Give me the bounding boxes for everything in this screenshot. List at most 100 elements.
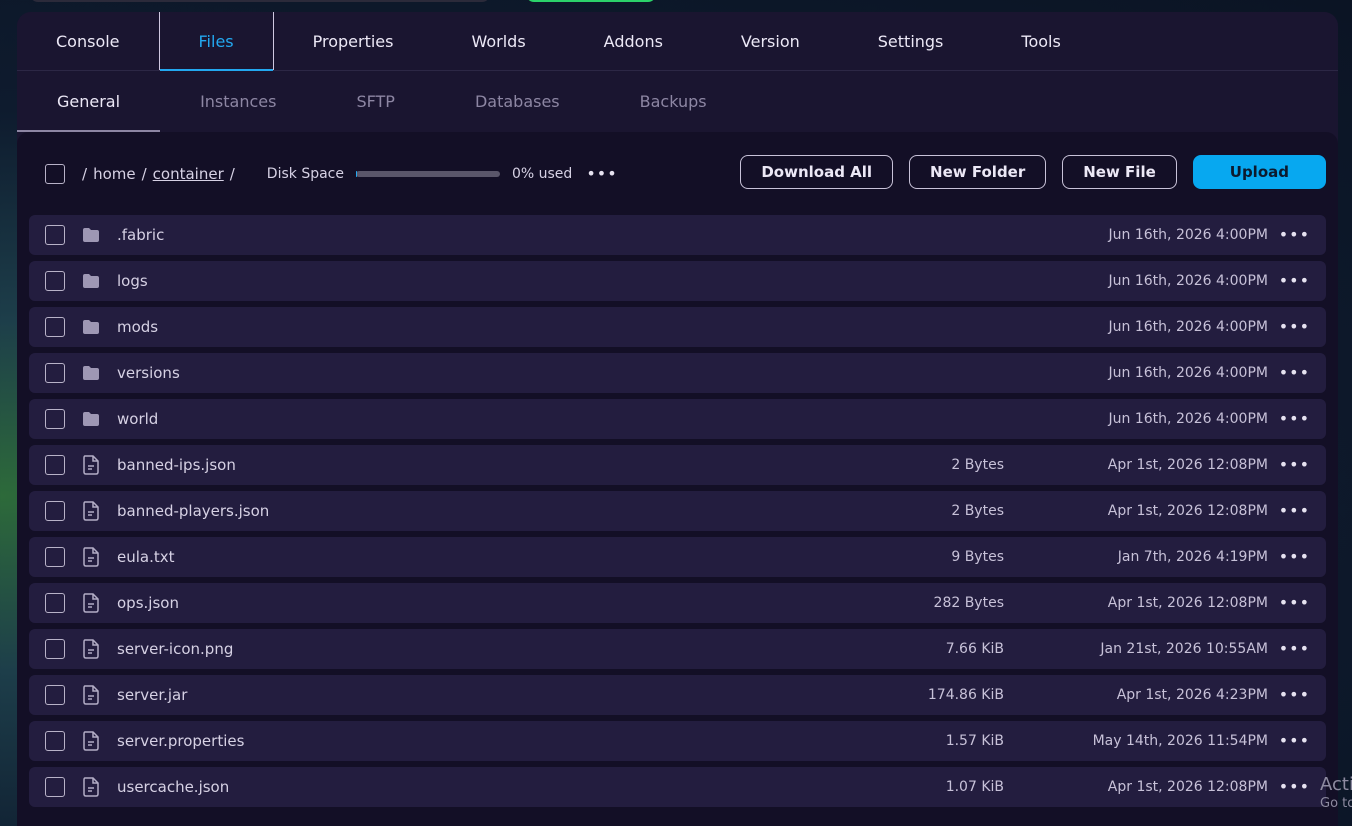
new-file-button[interactable]: New File	[1062, 155, 1177, 189]
file-size: 1.57 KiB	[945, 733, 1004, 749]
watermark-line-2: Go to	[1320, 795, 1352, 811]
file-row[interactable]: ops.json 282 Bytes Apr 1st, 2026 12:08PM ••…	[29, 583, 1326, 623]
tab-version[interactable]: Version	[702, 12, 839, 70]
file-name[interactable]: server.properties	[117, 732, 244, 750]
tab-files[interactable]: Files	[158, 12, 274, 71]
watermark-line-1: Acti	[1320, 774, 1352, 795]
row-checkbox[interactable]	[45, 685, 65, 705]
row-more-button[interactable]: •••	[1279, 549, 1310, 565]
files-content: / home / container / Disk Space 0% used …	[17, 132, 1338, 826]
file-name[interactable]: logs	[117, 272, 148, 290]
disk-more-button[interactable]: •••	[586, 165, 617, 182]
row-more-button[interactable]: •••	[1279, 273, 1310, 289]
new-folder-button[interactable]: New Folder	[909, 155, 1047, 189]
tab-tools[interactable]: Tools	[982, 12, 1099, 70]
tab-addons[interactable]: Addons	[565, 12, 702, 70]
row-more-button[interactable]: •••	[1279, 779, 1310, 795]
row-checkbox[interactable]	[45, 777, 65, 797]
file-manager-panel: Console Files Properties Worlds Addons V…	[17, 12, 1338, 826]
file-name[interactable]: mods	[117, 318, 158, 336]
file-date: Jan 7th, 2026 4:19PM	[1117, 549, 1268, 565]
file-name[interactable]: banned-ips.json	[117, 456, 236, 474]
file-icon	[81, 731, 101, 751]
file-date: Jan 21st, 2026 10:55AM	[1100, 641, 1268, 657]
files-toolbar: / home / container / Disk Space 0% used …	[17, 132, 1338, 215]
file-name[interactable]: server-icon.png	[117, 640, 233, 658]
file-size: 1.07 KiB	[945, 779, 1004, 795]
subtab-backups[interactable]: Backups	[600, 71, 747, 132]
file-row[interactable]: world Jun 16th, 2026 4:00PM •••	[29, 399, 1326, 439]
file-date: Apr 1st, 2026 12:08PM	[1107, 779, 1268, 795]
file-name[interactable]: server.jar	[117, 686, 187, 704]
row-more-button[interactable]: •••	[1279, 365, 1310, 381]
file-size: 2 Bytes	[951, 503, 1004, 519]
breadcrumb: / home / container /	[82, 165, 235, 183]
file-row[interactable]: banned-players.json 2 Bytes Apr 1st, 2026 …	[29, 491, 1326, 531]
file-icon	[81, 455, 101, 475]
row-more-button[interactable]: •••	[1279, 227, 1310, 243]
tab-console[interactable]: Console	[17, 12, 159, 70]
row-checkbox[interactable]	[45, 547, 65, 567]
file-row[interactable]: server-icon.png 7.66 KiB Jan 21st, 2026 10…	[29, 629, 1326, 669]
row-more-button[interactable]: •••	[1279, 733, 1310, 749]
subtab-databases[interactable]: Databases	[435, 71, 600, 132]
row-checkbox[interactable]	[45, 409, 65, 429]
select-all-checkbox[interactable]	[45, 163, 65, 184]
row-checkbox[interactable]	[45, 639, 65, 659]
main-tabs: Console Files Properties Worlds Addons V…	[17, 12, 1338, 71]
subtab-general[interactable]: General	[17, 71, 161, 132]
sub-tabs: General Instances SFTP Databases Backups	[17, 71, 1338, 132]
file-name[interactable]: world	[117, 410, 158, 428]
row-checkbox[interactable]	[45, 731, 65, 751]
tab-settings[interactable]: Settings	[839, 12, 983, 70]
row-checkbox[interactable]	[45, 501, 65, 521]
file-row[interactable]: versions Jun 16th, 2026 4:00PM •••	[29, 353, 1326, 393]
row-checkbox[interactable]	[45, 363, 65, 383]
file-name[interactable]: versions	[117, 364, 180, 382]
folder-icon	[81, 409, 101, 429]
breadcrumb-container[interactable]: container	[153, 165, 224, 183]
file-row[interactable]: usercache.json 1.07 KiB Apr 1st, 2026 12:0…	[29, 767, 1326, 807]
row-more-button[interactable]: •••	[1279, 319, 1310, 335]
file-row[interactable]: mods Jun 16th, 2026 4:00PM •••	[29, 307, 1326, 347]
file-icon	[81, 501, 101, 521]
file-row[interactable]: eula.txt 9 Bytes Jan 7th, 2026 4:19PM •••	[29, 537, 1326, 577]
tab-worlds[interactable]: Worlds	[432, 12, 564, 70]
row-checkbox[interactable]	[45, 593, 65, 613]
row-checkbox[interactable]	[45, 225, 65, 245]
row-checkbox[interactable]	[45, 271, 65, 291]
tab-properties[interactable]: Properties	[274, 12, 433, 70]
breadcrumb-home[interactable]: home	[93, 165, 136, 183]
file-name[interactable]: eula.txt	[117, 548, 175, 566]
file-name[interactable]: ops.json	[117, 594, 179, 612]
subtab-sftp[interactable]: SFTP	[316, 71, 435, 132]
top-bar-left-shape	[30, 0, 490, 2]
row-more-button[interactable]: •••	[1279, 595, 1310, 611]
file-date: Jun 16th, 2026 4:00PM	[1108, 319, 1268, 335]
row-more-button[interactable]: •••	[1279, 687, 1310, 703]
file-icon	[81, 639, 101, 659]
download-all-button[interactable]: Download All	[740, 155, 894, 189]
windows-activation-watermark: Acti Go to	[1320, 774, 1352, 811]
upload-button[interactable]: Upload	[1192, 155, 1326, 189]
row-more-button[interactable]: •••	[1279, 411, 1310, 427]
row-more-button[interactable]: •••	[1279, 641, 1310, 657]
file-row[interactable]: logs Jun 16th, 2026 4:00PM •••	[29, 261, 1326, 301]
row-more-button[interactable]: •••	[1279, 457, 1310, 473]
file-name[interactable]: banned-players.json	[117, 502, 269, 520]
row-checkbox[interactable]	[45, 317, 65, 337]
row-more-button[interactable]: •••	[1279, 503, 1310, 519]
file-icon	[81, 593, 101, 613]
breadcrumb-separator: /	[82, 164, 88, 183]
row-checkbox[interactable]	[45, 455, 65, 475]
file-row[interactable]: server.jar 174.86 KiB Apr 1st, 2026 4:23PM…	[29, 675, 1326, 715]
file-date: Apr 1st, 2026 12:08PM	[1107, 503, 1268, 519]
file-name[interactable]: usercache.json	[117, 778, 229, 796]
file-row[interactable]: banned-ips.json 2 Bytes Apr 1st, 2026 12:0…	[29, 445, 1326, 485]
folder-icon	[81, 363, 101, 383]
subtab-instances[interactable]: Instances	[160, 71, 316, 132]
file-name[interactable]: .fabric	[117, 226, 164, 244]
file-row[interactable]: .fabric Jun 16th, 2026 4:00PM •••	[29, 215, 1326, 255]
breadcrumb-separator: /	[229, 164, 235, 183]
file-row[interactable]: server.properties 1.57 KiB May 14th, 2026 …	[29, 721, 1326, 761]
